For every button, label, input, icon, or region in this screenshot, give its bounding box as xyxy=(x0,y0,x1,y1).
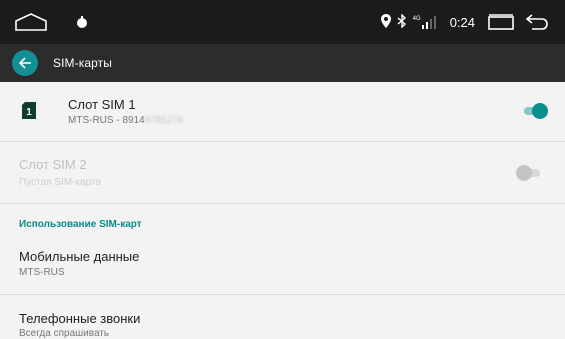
status-indicators: 4G 0:24 xyxy=(380,0,475,44)
section-header-sim-usage: Использование SIM-карт xyxy=(19,219,142,230)
mobile-data-subtitle: MTS-RUS xyxy=(19,267,65,278)
sim-slot-1-title: Слот SIM 1 xyxy=(68,97,136,112)
recents-icon[interactable] xyxy=(486,0,516,44)
sim-slot-2-title: Слот SIM 2 xyxy=(19,157,87,172)
sim-slot-1-row[interactable]: 1 Слот SIM 1 MTS-RUS - 89146781276 xyxy=(0,82,565,141)
sim-slot-2-row: Слот SIM 2 Пустая SIM-карта xyxy=(0,142,565,203)
signal-icon: 4G xyxy=(412,15,436,29)
clock: 0:24 xyxy=(449,14,475,30)
sim-badge-number: 1 xyxy=(26,107,32,118)
notification-dot-icon xyxy=(74,0,90,44)
phone-calls-row[interactable]: Телефонные звонки Всегда спрашивать xyxy=(0,295,565,339)
sim-slot-2-toggle xyxy=(516,165,542,181)
phone-number-prefix: MTS-RUS - 8914 xyxy=(68,115,145,126)
mobile-data-title: Мобильные данные xyxy=(19,249,140,264)
phone-calls-title: Телефонные звонки xyxy=(19,311,141,326)
arrow-left-icon[interactable] xyxy=(12,50,38,76)
bluetooth-icon xyxy=(397,12,407,31)
sim-slot-2-subtitle: Пустая SIM-карта xyxy=(19,177,101,188)
phone-calls-subtitle: Всегда спрашивать xyxy=(19,328,110,339)
home-icon[interactable] xyxy=(14,0,48,44)
phone-number-masked: 6781276 xyxy=(144,115,184,126)
back-nav-icon[interactable] xyxy=(522,0,552,44)
app-bar: SIM-карты xyxy=(0,44,565,82)
network-type-label: 4G xyxy=(412,15,421,22)
sim-card-icon: 1 xyxy=(22,102,36,119)
location-icon xyxy=(380,13,391,31)
sim-slot-1-toggle[interactable] xyxy=(522,103,548,119)
divider xyxy=(0,203,565,204)
sim-slot-1-subtitle: MTS-RUS - 89146781276 xyxy=(68,115,184,126)
toggle-thumb xyxy=(516,165,532,181)
toggle-thumb xyxy=(532,103,548,119)
page-title: SIM-карты xyxy=(53,56,112,70)
status-bar: 4G 0:24 xyxy=(0,0,565,44)
mobile-data-row[interactable]: Мобильные данные MTS-RUS xyxy=(0,240,565,294)
